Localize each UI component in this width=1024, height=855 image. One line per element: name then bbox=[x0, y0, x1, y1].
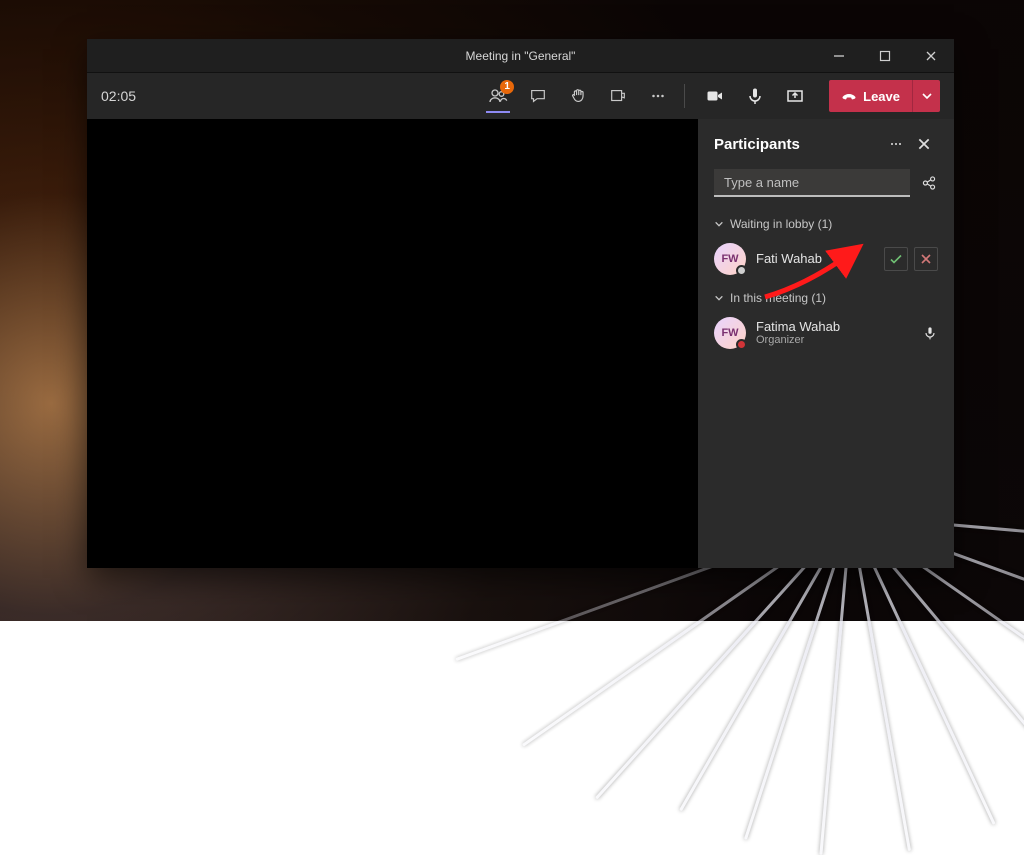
participant-role: Organizer bbox=[756, 334, 840, 346]
participants-close-button[interactable] bbox=[910, 130, 938, 158]
close-icon bbox=[925, 50, 937, 62]
chevron-down-icon bbox=[714, 219, 724, 229]
participant-info: Fatima Wahab Organizer bbox=[756, 320, 840, 346]
hangup-icon bbox=[841, 88, 857, 104]
mic-toggle-button[interactable] bbox=[735, 73, 775, 119]
rooms-icon bbox=[609, 87, 627, 105]
leave-button-group: Leave bbox=[829, 80, 940, 112]
avatar-initials: FW bbox=[721, 253, 738, 265]
participant-name: Fatima Wahab bbox=[756, 320, 840, 334]
leave-options-button[interactable] bbox=[912, 80, 940, 112]
hand-icon bbox=[569, 87, 587, 105]
chevron-down-icon bbox=[714, 293, 724, 303]
in-meeting-section-header[interactable]: In this meeting (1) bbox=[698, 281, 954, 311]
lobby-section-header[interactable]: Waiting in lobby (1) bbox=[698, 207, 954, 237]
share-button[interactable] bbox=[775, 73, 815, 119]
leave-button[interactable]: Leave bbox=[829, 80, 912, 112]
check-icon bbox=[889, 252, 903, 266]
more-actions-button[interactable] bbox=[638, 73, 678, 119]
participants-title: Participants bbox=[714, 136, 800, 153]
window-maximize-button[interactable] bbox=[862, 39, 908, 73]
chat-button[interactable] bbox=[518, 73, 558, 119]
lobby-section-label: Waiting in lobby (1) bbox=[730, 217, 832, 231]
mic-icon bbox=[922, 325, 938, 341]
title-bar: Meeting in "General" bbox=[87, 39, 954, 73]
presence-indicator bbox=[736, 265, 747, 276]
camera-toggle-button[interactable] bbox=[695, 73, 735, 119]
participant-name: Fati Wahab bbox=[756, 252, 822, 266]
participant-mic-indicator[interactable] bbox=[922, 325, 938, 341]
chat-icon bbox=[529, 87, 547, 105]
people-badge: 1 bbox=[500, 80, 514, 94]
avatar-initials: FW bbox=[721, 327, 738, 339]
avatar: FW bbox=[714, 243, 746, 275]
more-icon bbox=[888, 136, 904, 152]
meeting-window: Meeting in "General" 02:05 1 bbox=[87, 39, 954, 568]
rooms-button[interactable] bbox=[598, 73, 638, 119]
lobby-actions bbox=[884, 247, 938, 271]
leave-label: Leave bbox=[863, 89, 900, 104]
close-icon bbox=[917, 137, 931, 151]
share-link-icon bbox=[920, 174, 938, 192]
raise-hand-button[interactable] bbox=[558, 73, 598, 119]
decline-button[interactable] bbox=[914, 247, 938, 271]
participants-search-input[interactable] bbox=[714, 169, 910, 197]
share-invite-button[interactable] bbox=[920, 174, 938, 192]
toolbar-center: 1 bbox=[478, 73, 940, 119]
in-meeting-section-label: In this meeting (1) bbox=[730, 291, 826, 305]
participant-row-actions bbox=[922, 325, 938, 341]
meeting-participant-row: FW Fatima Wahab Organizer bbox=[698, 311, 954, 355]
more-icon bbox=[649, 87, 667, 105]
participants-header: Participants bbox=[698, 119, 954, 169]
minimize-icon bbox=[833, 50, 845, 62]
video-stage bbox=[87, 119, 698, 568]
meeting-content: Participants bbox=[87, 119, 954, 568]
share-screen-icon bbox=[785, 86, 805, 106]
window-controls bbox=[816, 39, 954, 73]
toolbar-divider bbox=[684, 84, 685, 108]
participants-panel: Participants bbox=[698, 119, 954, 568]
lobby-participant-row: FW Fati Wahab bbox=[698, 237, 954, 281]
presence-indicator bbox=[736, 339, 747, 350]
people-button[interactable]: 1 bbox=[478, 73, 518, 119]
meeting-toolbar: 02:05 1 bbox=[87, 73, 954, 119]
x-icon bbox=[920, 253, 932, 265]
meeting-timer: 02:05 bbox=[101, 88, 136, 104]
chevron-down-icon bbox=[921, 90, 933, 102]
admit-button[interactable] bbox=[884, 247, 908, 271]
participants-more-button[interactable] bbox=[882, 130, 910, 158]
window-minimize-button[interactable] bbox=[816, 39, 862, 73]
camera-icon bbox=[705, 86, 725, 106]
avatar: FW bbox=[714, 317, 746, 349]
participants-search-row bbox=[698, 169, 954, 207]
mic-icon bbox=[745, 86, 765, 106]
window-close-button[interactable] bbox=[908, 39, 954, 73]
maximize-icon bbox=[879, 50, 891, 62]
